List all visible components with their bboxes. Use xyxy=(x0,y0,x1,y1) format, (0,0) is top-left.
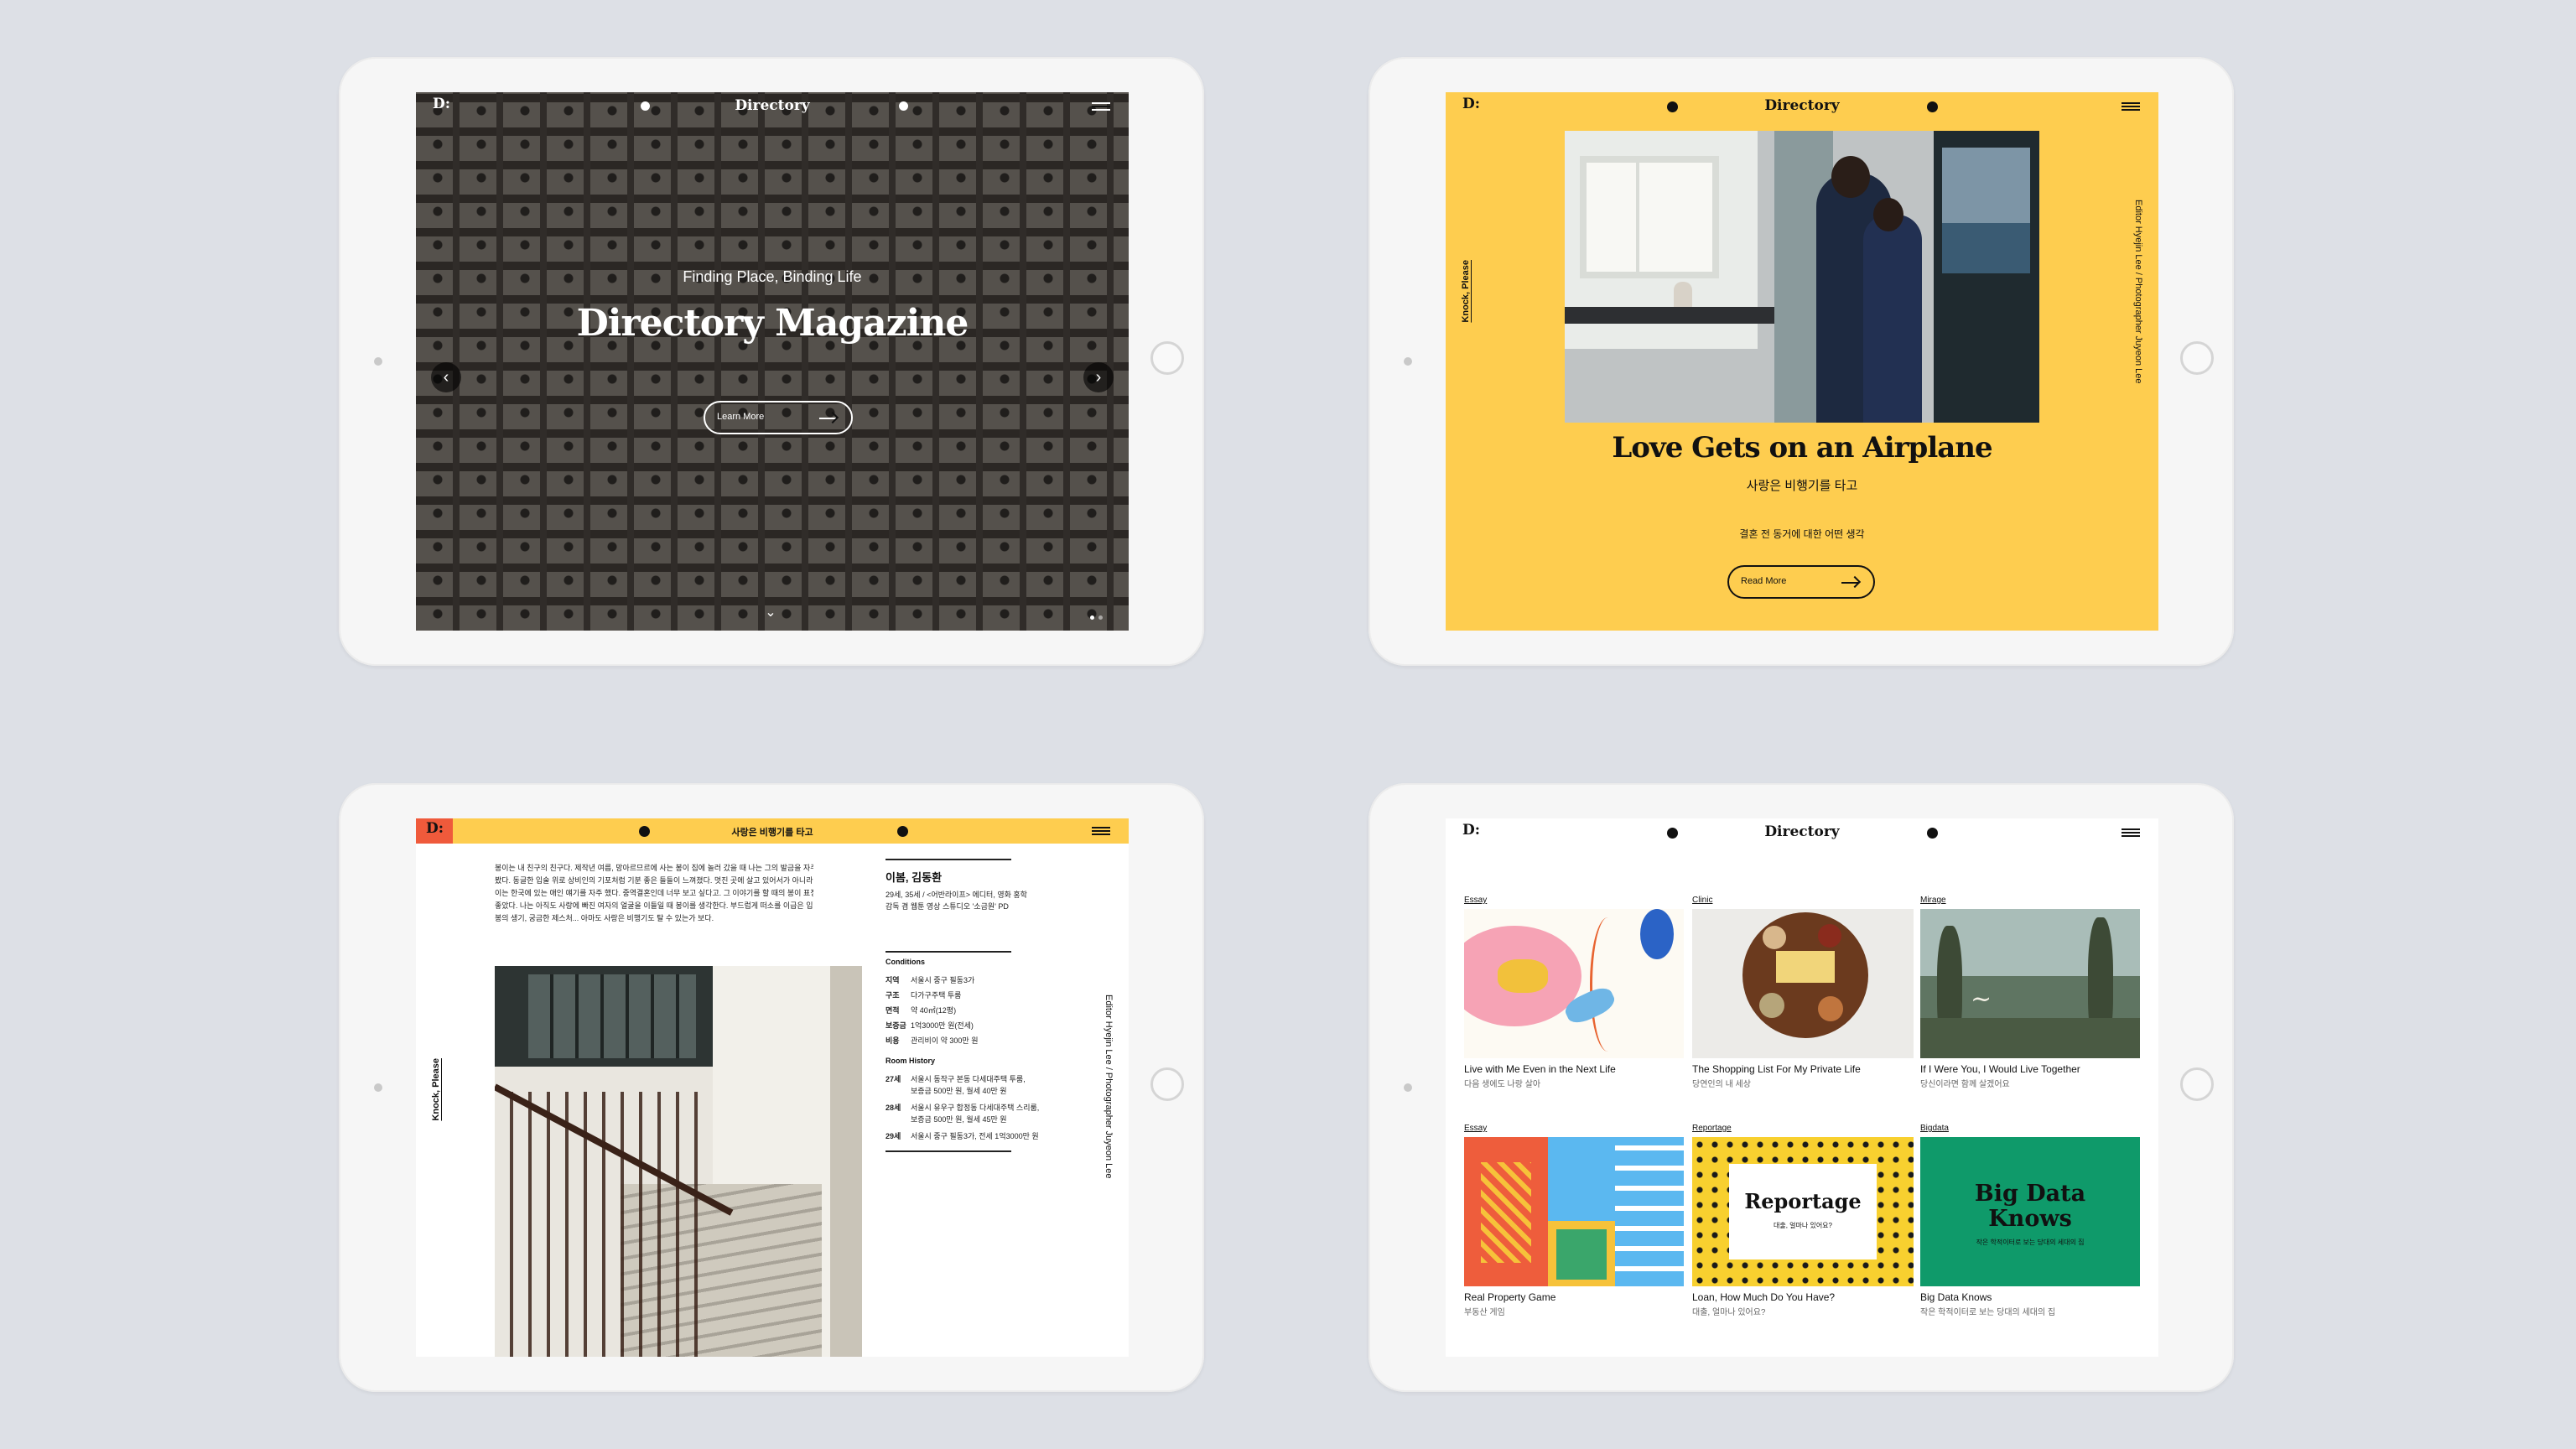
home-button[interactable] xyxy=(1150,1067,1184,1101)
camera xyxy=(1404,1083,1412,1092)
ipad-feature: D: Directory Knock, Please Editor Hyejin… xyxy=(1368,57,2234,666)
home-button[interactable] xyxy=(2180,1067,2214,1101)
menu-icon[interactable] xyxy=(2122,828,2140,837)
couple-photo xyxy=(1565,131,2039,423)
hero-title: Directory Magazine xyxy=(576,302,969,345)
ipad-hero: D: Directory Finding Place, Binding Life… xyxy=(339,57,1204,666)
brand-name[interactable]: Directory xyxy=(1446,97,2158,114)
section-label: Knock, Please xyxy=(431,1058,441,1121)
camera xyxy=(374,357,382,366)
menu-icon[interactable] xyxy=(2122,102,2140,111)
prev-arrow-icon[interactable]: ‹ xyxy=(431,362,461,392)
feature-title: Love Gets on an Airplane xyxy=(1612,431,1992,465)
home-button[interactable] xyxy=(2180,341,2214,375)
credits: Editor Hyejin Lee / Photographer Juyeon … xyxy=(1104,995,1114,1179)
article-body: 봉이는 내 친구의 친구다. 제작년 여름, 망아르므르에 사는 봉이 집에 놀… xyxy=(495,864,813,922)
section-label: Knock, Please xyxy=(1461,260,1471,323)
learn-more-button[interactable]: Learn More xyxy=(704,401,853,434)
brand-name[interactable]: Directory xyxy=(416,97,1129,114)
slide-indicator[interactable] xyxy=(1090,615,1110,621)
nav-dot xyxy=(1927,828,1938,839)
card-illustration xyxy=(1464,909,1684,1058)
card-illustration: Big Data Knows 작은 학적이터로 보는 당대의 세대의 집 xyxy=(1920,1137,2140,1286)
read-more-button[interactable]: Read More xyxy=(1727,565,1875,599)
top-nav: D: Directory xyxy=(416,92,1129,121)
grid-screen: D: Directory Essay Live with Me Even in … xyxy=(1446,818,2158,1357)
card-illustration: ~ xyxy=(1920,909,2140,1058)
staircase-photo xyxy=(495,966,862,1357)
top-nav: D: Directory xyxy=(1446,92,2158,121)
nav-dot xyxy=(899,101,908,111)
arrow-right-icon xyxy=(1841,582,1858,584)
conditions-heading: Conditions xyxy=(886,958,925,966)
home-button[interactable] xyxy=(1150,341,1184,375)
card-illustration xyxy=(1464,1137,1684,1286)
hero-screen: D: Directory Finding Place, Binding Life… xyxy=(416,92,1129,631)
next-arrow-icon[interactable]: › xyxy=(1083,362,1114,392)
interviewee-name: 이봄, 김동환 xyxy=(886,871,943,884)
card-illustration: Reportage 대출, 얼마나 있어요? xyxy=(1692,1137,1914,1286)
article-header-title: 사랑은 비행기를 타고 xyxy=(731,828,813,838)
camera xyxy=(374,1083,382,1092)
top-nav: D: 사랑은 비행기를 타고 xyxy=(416,818,1129,844)
top-nav: D: Directory xyxy=(1446,818,2158,847)
ipad-grid: D: Directory Essay Live with Me Even in … xyxy=(1368,783,2234,1392)
feature-title-ko: 사랑은 비행기를 타고 xyxy=(1746,479,1858,493)
feature-screen: D: Directory Knock, Please Editor Hyejin… xyxy=(1446,92,2158,631)
card-photo xyxy=(1692,909,1914,1058)
brand-name[interactable]: Directory xyxy=(1446,823,2158,840)
menu-icon[interactable] xyxy=(1092,102,1110,111)
history-heading: Room History xyxy=(886,1057,936,1065)
arrow-right-icon xyxy=(819,418,836,419)
nav-dot xyxy=(897,826,908,837)
scroll-down-icon[interactable]: ⌄ xyxy=(765,606,776,620)
ipad-article: D: 사랑은 비행기를 타고 Knock, Please Editor Hyej… xyxy=(339,783,1204,1392)
menu-icon[interactable] xyxy=(1092,827,1110,835)
feature-tagline: 결혼 전 동거에 대한 어떤 생각 xyxy=(1739,528,1865,540)
nav-dot xyxy=(1927,101,1938,112)
article-screen: D: 사랑은 비행기를 타고 Knock, Please Editor Hyej… xyxy=(416,818,1129,1357)
camera xyxy=(1404,357,1412,366)
credits: Editor Hyejin Lee / Photographer Juyeon … xyxy=(2133,200,2143,384)
hero-subtitle: Finding Place, Binding Life xyxy=(683,268,862,285)
